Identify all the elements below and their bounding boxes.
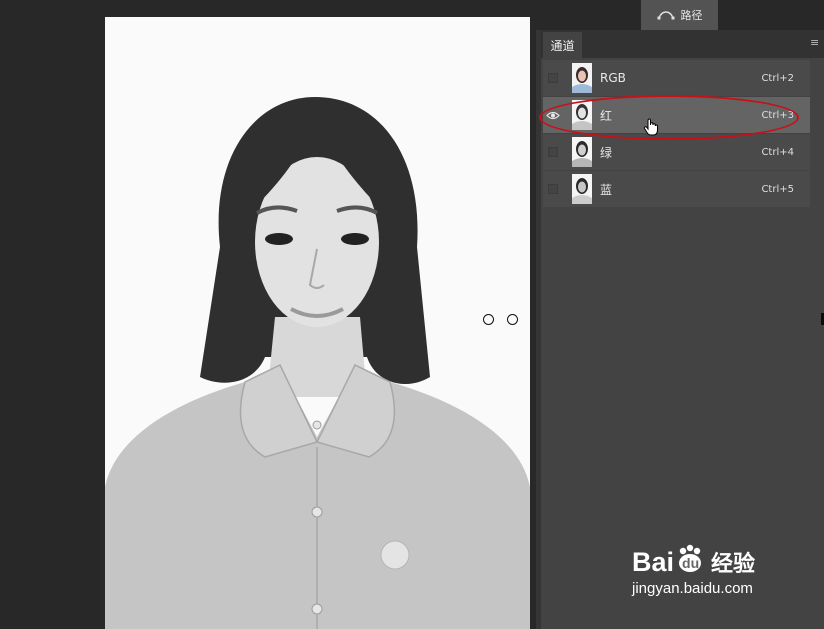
panel-menu-icon[interactable]: ≡ [810, 37, 820, 48]
visibility-toggle[interactable] [548, 184, 558, 194]
visibility-toggle[interactable] [548, 147, 558, 157]
channel-shortcut: Ctrl+4 [761, 146, 794, 158]
portrait-image [105, 17, 530, 629]
panel-header: 通道 ≡ [541, 30, 824, 58]
channel-thumbnail [572, 174, 592, 204]
channel-row-rgb[interactable]: RGB Ctrl+2 [543, 60, 810, 96]
tab-channels[interactable]: 通道 [543, 32, 582, 58]
document-canvas[interactable] [105, 17, 530, 629]
channel-list: RGB Ctrl+2 红 Ctrl+3 绿 Ctrl+4 蓝 Ctrl+5 [543, 60, 810, 208]
channel-thumbnail [572, 63, 592, 93]
channel-name: 绿 [600, 145, 613, 160]
channel-row-blue[interactable]: 蓝 Ctrl+5 [543, 171, 810, 207]
channel-name: RGB [600, 71, 626, 85]
selection-handle-right[interactable] [507, 314, 518, 325]
hand-cursor-icon [643, 118, 659, 140]
channel-shortcut: Ctrl+3 [761, 109, 794, 121]
selection-handle-left[interactable] [483, 314, 494, 325]
channel-name: 红 [600, 108, 613, 123]
channel-shortcut: Ctrl+5 [761, 183, 794, 195]
paths-tab-label: 路径 [680, 9, 703, 22]
visibility-toggle[interactable] [548, 73, 558, 83]
channels-panel: 通道 ≡ RGB Ctrl+2 红 Ctrl+3 绿 Ctrl+4 蓝 Ctrl… [541, 30, 824, 629]
path-icon [657, 8, 675, 23]
channel-row-green[interactable]: 绿 Ctrl+4 [543, 134, 810, 170]
channel-thumbnail [572, 100, 592, 130]
channel-thumbnail [572, 137, 592, 167]
paths-tab[interactable]: 路径 [641, 0, 718, 30]
eye-icon[interactable] [545, 110, 561, 120]
channel-row-red[interactable]: 红 Ctrl+3 [543, 97, 810, 133]
channel-name: 蓝 [600, 182, 613, 197]
channel-shortcut: Ctrl+2 [761, 72, 794, 84]
